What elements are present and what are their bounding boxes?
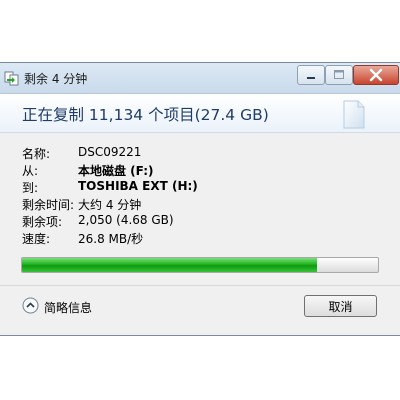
cancel-button[interactable]: 取消 bbox=[304, 295, 377, 317]
to-value[interactable]: TOSHIBA EXT (H:) bbox=[78, 179, 198, 193]
close-button[interactable] bbox=[353, 65, 399, 85]
to-label: 到: bbox=[22, 181, 39, 195]
maximize-icon bbox=[334, 70, 344, 79]
name-value: DSC09221 bbox=[78, 145, 142, 159]
speed-value: 26.8 MB/秒 bbox=[78, 232, 144, 246]
footer-divider bbox=[0, 285, 400, 286]
speed-label: 速度: bbox=[22, 232, 51, 246]
name-label: 名称: bbox=[22, 147, 51, 161]
items-remaining-value: 2,050 (4.68 GB) bbox=[78, 213, 174, 227]
items-remaining-label: 剩余项: bbox=[22, 215, 63, 229]
copy-progress-dialog: 剩余 4 分钟 正在复制 11,134 个项目(27.4 GB) 名称: DSC… bbox=[0, 62, 400, 336]
progress-fill bbox=[22, 258, 318, 272]
minimize-button[interactable] bbox=[297, 65, 325, 85]
close-icon bbox=[369, 68, 383, 82]
chevron-up-icon[interactable] bbox=[22, 297, 39, 314]
minimize-icon bbox=[307, 77, 315, 79]
title-bar[interactable]: 剩余 4 分钟 bbox=[0, 63, 400, 94]
copy-icon bbox=[4, 70, 20, 86]
maximize-button[interactable] bbox=[325, 65, 353, 85]
from-label: 从: bbox=[22, 164, 39, 178]
operation-summary: 正在复制 11,134 个项目(27.4 GB) bbox=[22, 106, 269, 124]
operation-header: 正在复制 11,134 个项目(27.4 GB) bbox=[0, 94, 400, 133]
window-title: 剩余 4 分钟 bbox=[24, 72, 88, 86]
time-remaining-label: 剩余时间: bbox=[22, 198, 75, 212]
document-icon bbox=[338, 98, 368, 134]
from-value[interactable]: 本地磁盘 (F:) bbox=[78, 162, 154, 179]
progress-bar bbox=[21, 257, 379, 273]
less-information-toggle[interactable]: 简略信息 bbox=[44, 299, 92, 316]
time-remaining-value: 大约 4 分钟 bbox=[78, 198, 142, 212]
